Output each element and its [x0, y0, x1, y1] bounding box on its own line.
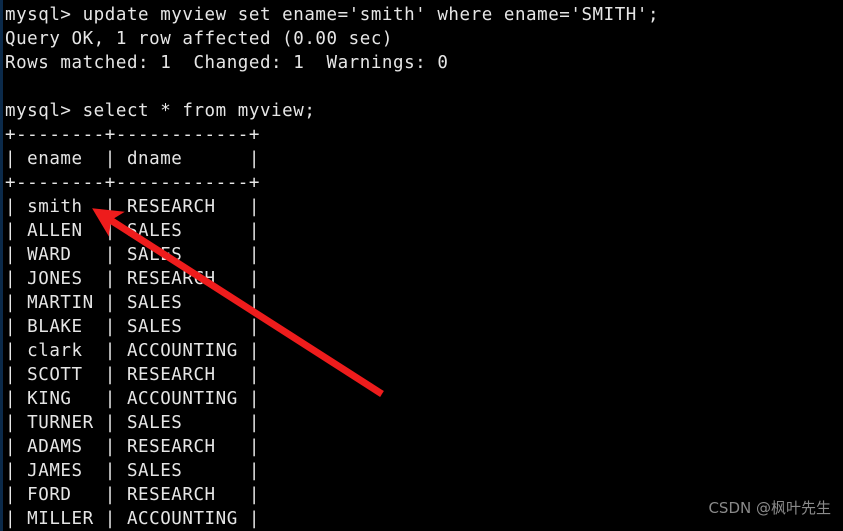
table-row: | clark | ACCOUNTING |: [5, 341, 260, 361]
table-border-top: +--------+------------+: [5, 125, 260, 145]
table-row: | ALLEN | SALES |: [5, 221, 260, 241]
table-border-header: +--------+------------+: [5, 173, 260, 193]
table-row: | BLAKE | SALES |: [5, 317, 260, 337]
table-row: | smith | RESEARCH |: [5, 197, 260, 217]
terminal-window: mysql> update myview set ename='smith' w…: [0, 0, 843, 531]
terminal-line: mysql> update myview set ename='smith' w…: [5, 5, 660, 25]
table-row: | JAMES | SALES |: [5, 461, 260, 481]
csdn-watermark: CSDN @枫叶先生: [708, 499, 831, 517]
table-row: | TURNER | SALES |: [5, 413, 260, 433]
terminal-line: Query OK, 1 row affected (0.00 sec): [5, 29, 394, 49]
table-row: | WARD | SALES |: [5, 245, 260, 265]
terminal-output[interactable]: mysql> update myview set ename='smith' w…: [0, 0, 843, 531]
table-header-row: | ename | dname |: [5, 149, 260, 169]
table-row: | JONES | RESEARCH |: [5, 269, 260, 289]
table-row: | SCOTT | RESEARCH |: [5, 365, 260, 385]
table-row: | KING | ACCOUNTING |: [5, 389, 260, 409]
terminal-line: mysql> select * from myview;: [5, 101, 316, 121]
table-row: | ADAMS | RESEARCH |: [5, 437, 260, 457]
terminal-line: Rows matched: 1 Changed: 1 Warnings: 0: [5, 53, 449, 73]
table-row: | MARTIN | SALES |: [5, 293, 260, 313]
